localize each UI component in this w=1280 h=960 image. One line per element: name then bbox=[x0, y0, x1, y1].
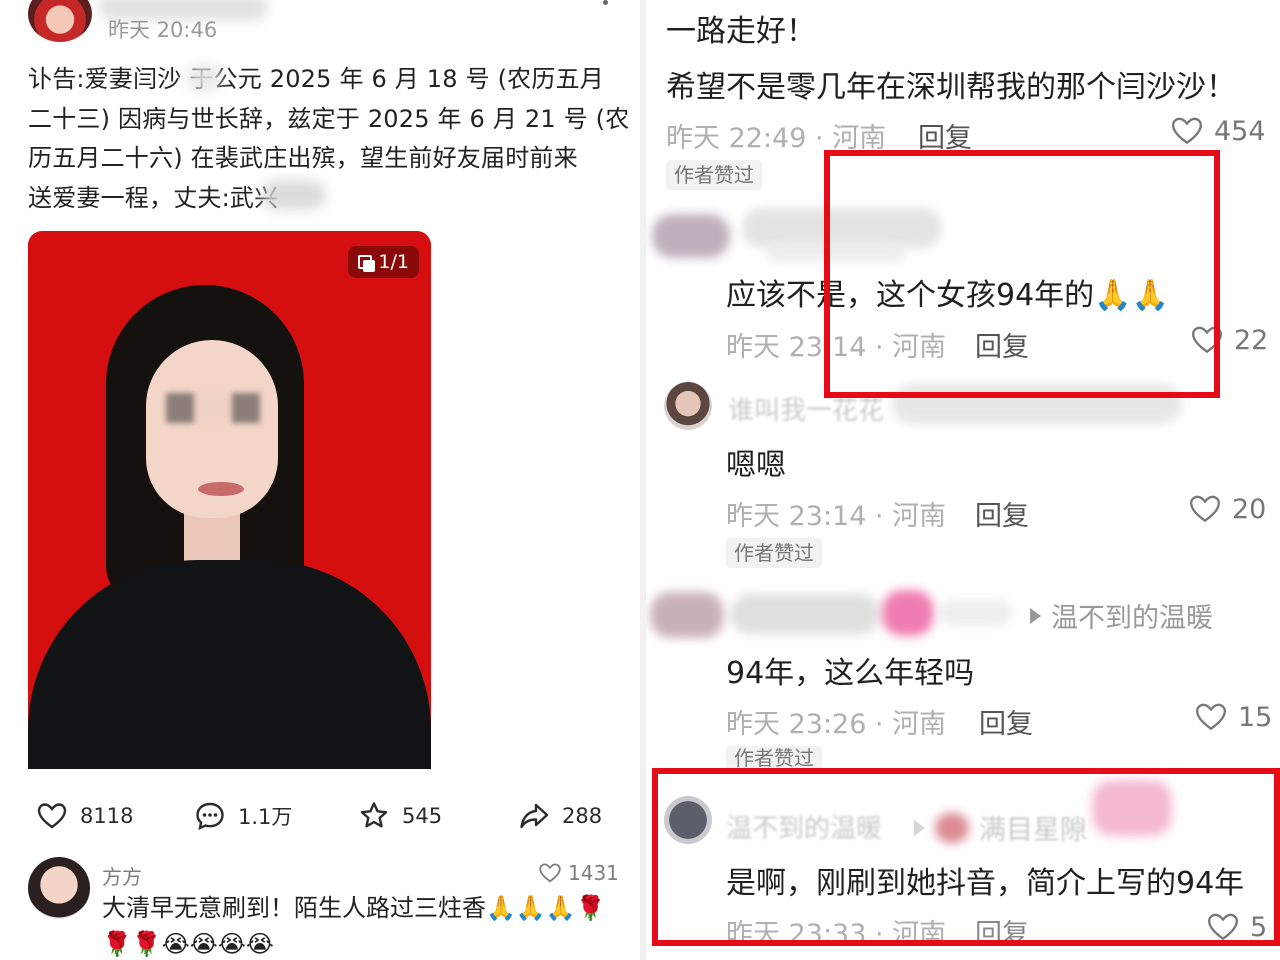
reply-arrow-icon bbox=[1030, 607, 1041, 624]
gallery-count-badge: 1/1 bbox=[348, 246, 419, 278]
author-liked-badge: 作者赞过 bbox=[726, 538, 822, 568]
comment-text-line: 一路走好！ bbox=[666, 14, 816, 49]
reply-avatar-blurred[interactable] bbox=[652, 214, 730, 258]
reply-avatar[interactable] bbox=[664, 382, 712, 430]
comment-like-count: 454 bbox=[1214, 115, 1266, 147]
reply-to-target[interactable]: 温不到的温暖 bbox=[1030, 596, 1213, 635]
comment-bubble-icon bbox=[196, 802, 224, 831]
commenter-avatar[interactable] bbox=[28, 857, 90, 919]
gallery-icon bbox=[358, 255, 376, 272]
heart-icon bbox=[1190, 495, 1220, 523]
author-liked-badge: 作者赞过 bbox=[666, 160, 762, 190]
comments-panel: 一路走好！ 希望不是零几年在深圳帮我的那个闫沙沙！ 昨天 22:49 · 河南 … bbox=[646, 0, 1280, 960]
commenter-name[interactable]: 方方 bbox=[102, 861, 142, 890]
like-count: 8118 bbox=[80, 804, 134, 828]
reply-text: 嗯嗯 bbox=[726, 448, 786, 483]
like-button[interactable]: 8118 bbox=[36, 798, 133, 834]
more-options-icon[interactable] bbox=[603, 0, 608, 5]
reply-meta: 昨天 23:14 · 河南 bbox=[726, 501, 947, 532]
author-liked-badge: 作者赞过 bbox=[726, 746, 822, 770]
reply-user-blurred bbox=[938, 600, 1012, 626]
reply-to-name: 温不到的温暖 bbox=[1051, 603, 1213, 634]
post-author-avatar[interactable] bbox=[28, 0, 92, 42]
share-button[interactable]: 288 bbox=[518, 798, 602, 834]
reply-like-button[interactable]: 20 bbox=[1188, 492, 1266, 526]
portrait-lips bbox=[198, 482, 244, 496]
name-blur bbox=[186, 64, 222, 92]
heart-icon bbox=[1196, 703, 1226, 731]
comment-text: 大清早无意刷到！陌生人路过三炷香🙏🙏🙏🌹🌹🌹😭😭😭😭 bbox=[102, 894, 606, 958]
favorite-button[interactable]: 545 bbox=[358, 798, 442, 834]
comment-like-button[interactable]: 1431 bbox=[538, 861, 619, 885]
post-body-line: 讣告:爱妻闫沙 于公元 2025 年 6 月 18 号 (农历五月 bbox=[28, 65, 604, 93]
reply-button[interactable]: 回复 bbox=[979, 702, 1033, 741]
reply-text: 94年，这么年轻吗 bbox=[726, 656, 975, 691]
post-body-line: 二十三) 因病与世长辞，兹定于 2025 年 6 月 21 号 (农 bbox=[28, 104, 630, 133]
star-icon bbox=[360, 802, 388, 828]
reply-meta: 昨天 23:26 · 河南 bbox=[726, 709, 947, 740]
reply-user-blurred bbox=[730, 594, 880, 634]
post-stats: 8118 1.1万 545 288 bbox=[36, 798, 616, 834]
share-count: 288 bbox=[562, 804, 603, 828]
heart-icon bbox=[37, 803, 67, 829]
post-body-line: 历五月二十六) 在裴武庄出殡，望生前好友届时前来 bbox=[28, 144, 578, 172]
comment-like-button[interactable]: 454 bbox=[1170, 114, 1266, 148]
heart-icon bbox=[539, 863, 561, 883]
favorite-count: 545 bbox=[402, 804, 443, 828]
comment-count: 1.1万 bbox=[238, 805, 293, 829]
heart-icon bbox=[1172, 117, 1202, 145]
reply-sticker-blurred bbox=[882, 590, 934, 636]
reply-avatar-blurred[interactable] bbox=[650, 592, 724, 638]
reply-like-button[interactable]: 15 bbox=[1194, 700, 1272, 734]
gallery-count: 1/1 bbox=[378, 251, 409, 273]
highlight-box bbox=[652, 768, 1280, 946]
comment-like-count: 1431 bbox=[568, 861, 619, 885]
post-time: 昨天 20:46 bbox=[108, 18, 218, 42]
reply-button[interactable]: 回复 bbox=[975, 494, 1029, 533]
share-arrow-icon bbox=[520, 803, 549, 829]
name-blur bbox=[262, 180, 326, 210]
reply-like-count: 22 bbox=[1234, 324, 1269, 356]
comment-text-line: 希望不是零几年在深圳帮我的那个闫沙沙！ bbox=[666, 70, 1236, 105]
highlight-box bbox=[824, 150, 1220, 398]
reply-like-count: 20 bbox=[1232, 493, 1267, 525]
portrait-eyes-blurred bbox=[166, 393, 260, 423]
post-panel: 昨天 20:46 讣告:爱妻闫沙 于公元 2025 年 6 月 18 号 (农历… bbox=[0, 0, 640, 960]
comment-button[interactable]: 1.1万 bbox=[194, 798, 292, 834]
reply-like-count: 15 bbox=[1238, 701, 1273, 733]
